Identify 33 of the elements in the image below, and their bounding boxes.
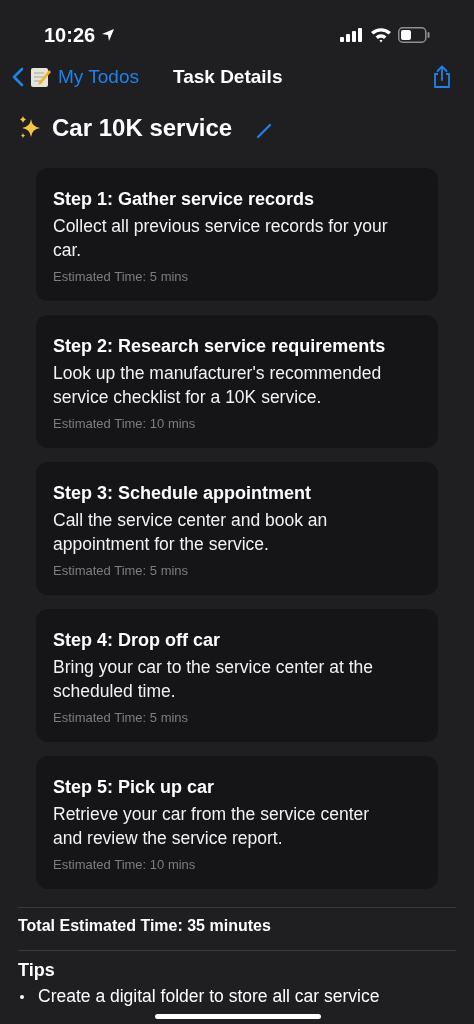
chevron-left-icon <box>12 67 24 87</box>
wifi-icon <box>370 27 392 43</box>
step-estimate: Estimated Time: 10 mins <box>53 415 197 433</box>
location-arrow-icon <box>101 28 116 42</box>
total-time: Total Estimated Time: 35 minutes <box>17 916 272 936</box>
share-button[interactable] <box>432 65 452 89</box>
edit-button[interactable] <box>256 123 273 139</box>
pencil-icon <box>256 123 273 139</box>
signal-icon <box>340 28 364 42</box>
tip-text: Create a digital folder to store all car service <box>38 986 380 1006</box>
step-estimate: Estimated Time: 5 mins <box>53 268 190 286</box>
tips-heading: Tips <box>17 959 56 982</box>
step-estimate: Estimated Time: 5 mins <box>53 562 190 580</box>
step-title: Step 5: Pick up car <box>53 776 216 799</box>
nav-title: Task Details <box>172 64 283 89</box>
step-title: Step 2: Research service requirements <box>53 335 387 358</box>
step-description: Call the service center and book an appointment for the service. <box>53 509 329 556</box>
task-title: Car 10K service <box>52 113 233 143</box>
memo-icon <box>30 66 52 88</box>
step-description: Retrieve your car from the service center and review the service report. <box>53 803 371 850</box>
share-icon <box>432 65 452 89</box>
step-title: Step 4: Drop off car <box>53 629 222 652</box>
step-title: Step 1: Gather service records <box>53 188 316 211</box>
step-title: Step 3: Schedule appointment <box>53 482 313 505</box>
battery-icon <box>398 27 430 43</box>
step-estimate: Estimated Time: 5 mins <box>53 709 190 727</box>
step-description: Bring your car to the service center at the scheduled time. <box>53 656 375 703</box>
step-estimate: Estimated Time: 10 mins <box>53 856 197 874</box>
step-description: Look up the manufacturer's recommended service checklist for a 10K service. <box>53 362 383 409</box>
bullet-icon <box>20 995 24 999</box>
step-description: Collect all previous service records for your car. <box>53 215 389 262</box>
back-button[interactable]: My Todos <box>12 62 139 92</box>
status-time: 10:26 <box>44 23 96 48</box>
